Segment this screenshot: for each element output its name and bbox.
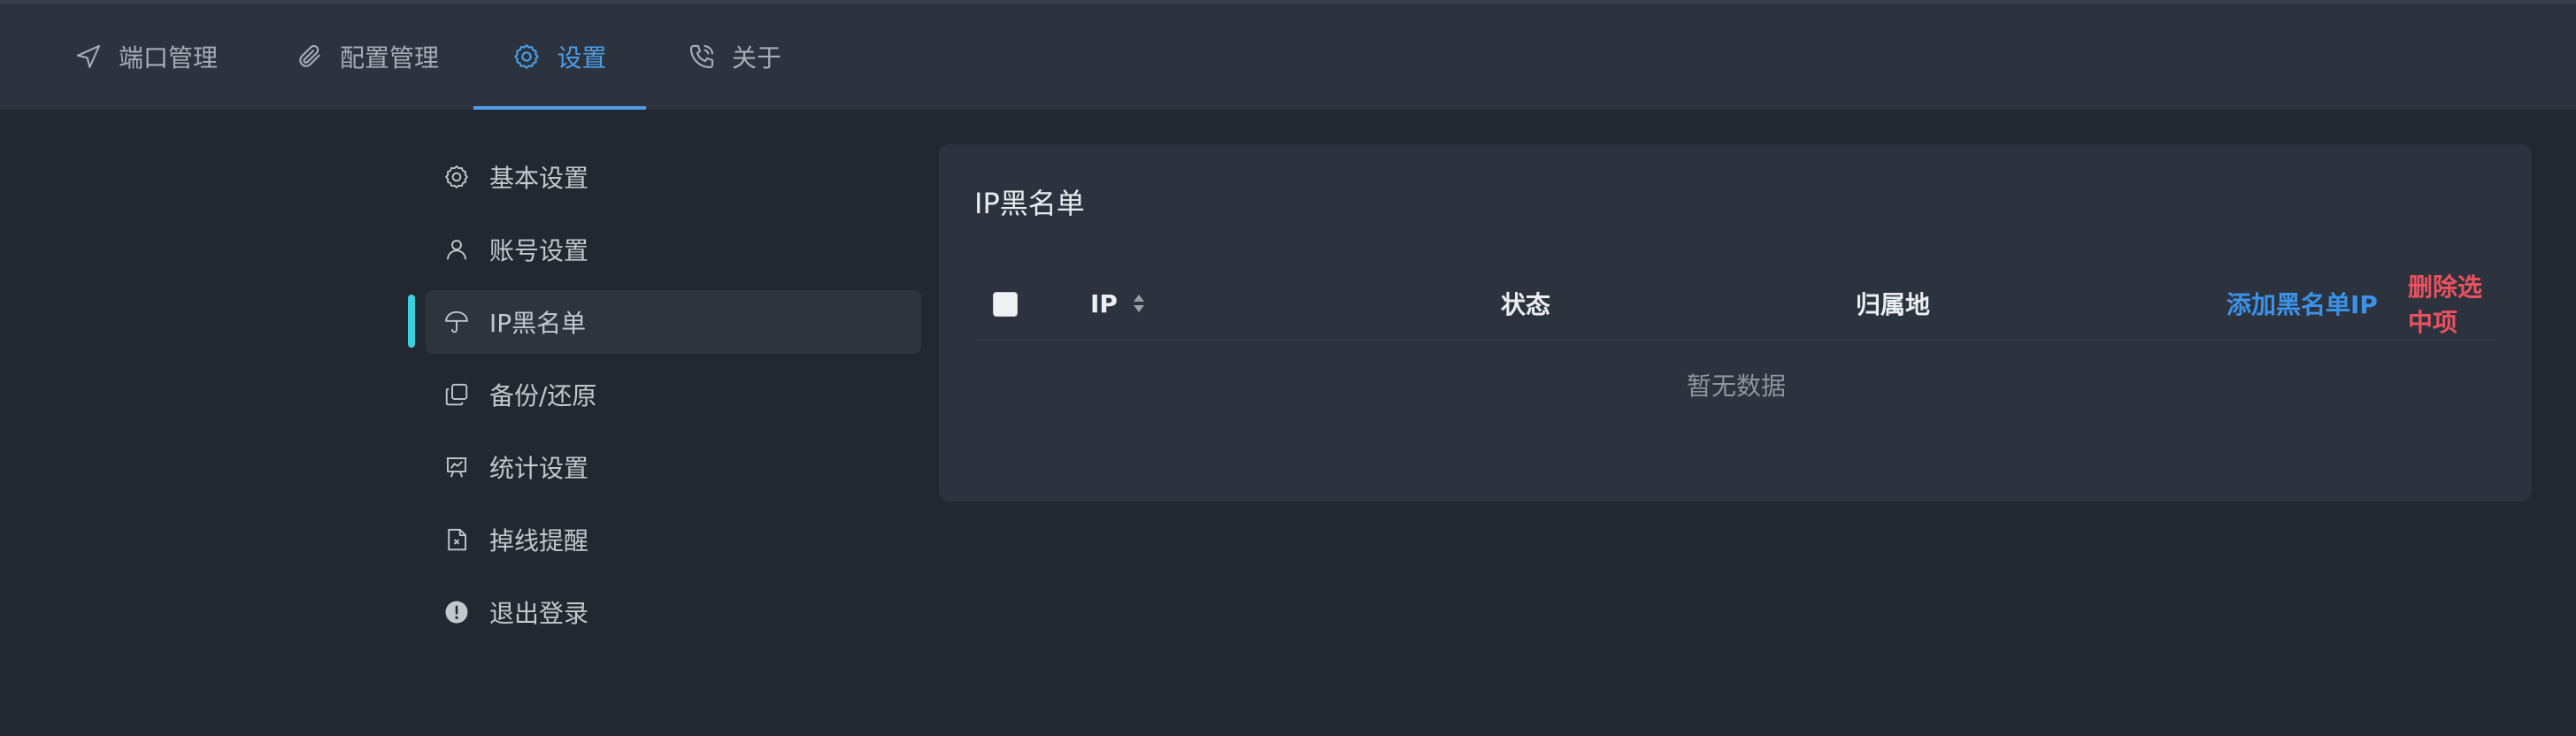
top-nav: 端口管理 配置管理 设置 关于: [0, 0, 2576, 110]
sidebar-item-label: 掉线提醒: [489, 526, 589, 556]
tab-settings[interactable]: 设置: [473, 4, 646, 110]
tab-label: 配置管理: [339, 43, 439, 73]
umbrella-icon: [445, 310, 468, 334]
tab-label: 端口管理: [118, 43, 218, 73]
file-x-icon: [448, 528, 466, 551]
table-header: IP 状态 归属地 添加黑名单IP 删除选中项: [974, 268, 2498, 341]
ip-blacklist-panel: IP黑名单 IP 状态 归属地 添加黑名单IP 删除选中项 暂无数据: [939, 144, 2532, 502]
select-all-checkbox[interactable]: [993, 292, 1018, 317]
sidebar-item-backup-restore[interactable]: 备份/还原: [426, 363, 921, 426]
chart-board-icon: [446, 457, 467, 478]
sidebar-item-account-settings[interactable]: 账号设置: [426, 218, 921, 281]
delete-selected-button[interactable]: 删除选中项: [2408, 268, 2498, 339]
sidebar-active-indicator: [408, 295, 415, 348]
sidebar-item-label: 账号设置: [489, 236, 589, 265]
sidebar-item-logout[interactable]: 退出登录: [426, 580, 921, 644]
send-icon: [76, 44, 101, 69]
copy-icon: [445, 383, 468, 406]
tab-port-management[interactable]: 端口管理: [71, 4, 221, 110]
user-icon: [447, 240, 466, 260]
column-header-location: 归属地: [1856, 290, 1931, 319]
tab-label: 关于: [731, 43, 781, 73]
sidebar-item-label: 基本设置: [489, 164, 589, 193]
add-blacklist-ip-button[interactable]: 添加黑名单IP: [2226, 268, 2378, 339]
tab-label: 设置: [557, 43, 607, 73]
sidebar-item-ip-blacklist[interactable]: IP黑名单: [426, 290, 921, 354]
sidebar-item-disconnect-alert[interactable]: 掉线提醒: [426, 508, 921, 571]
gear-icon: [445, 165, 468, 188]
sort-icon[interactable]: [1130, 292, 1148, 315]
sidebar-item-label: 备份/还原: [489, 381, 597, 410]
sidebar-item-stats-settings[interactable]: 统计设置: [426, 435, 921, 499]
gear-icon: [514, 44, 540, 69]
app-root: 端口管理 配置管理 设置 关于 基本设置 账号设置 IP黑名单 备份/还原 统计…: [0, 0, 2576, 736]
tab-config-management[interactable]: 配置管理: [292, 4, 442, 110]
phone-icon: [689, 44, 714, 69]
column-header-status: 状态: [1501, 290, 1551, 319]
column-label: IP: [1090, 288, 1118, 318]
sidebar-item-label: 统计设置: [489, 454, 589, 483]
paperclip-icon: [299, 44, 320, 67]
column-header-ip[interactable]: IP: [1090, 268, 1148, 339]
sidebar-item-label: 退出登录: [489, 599, 589, 628]
empty-state-text: 暂无数据: [1686, 372, 1786, 401]
sidebar-item-basic-settings[interactable]: 基本设置: [426, 145, 921, 209]
panel-title: IP黑名单: [974, 187, 1085, 220]
sidebar-item-label: IP黑名单: [489, 309, 587, 338]
alert-circle-icon: [445, 601, 468, 624]
tab-about[interactable]: 关于: [686, 4, 783, 110]
